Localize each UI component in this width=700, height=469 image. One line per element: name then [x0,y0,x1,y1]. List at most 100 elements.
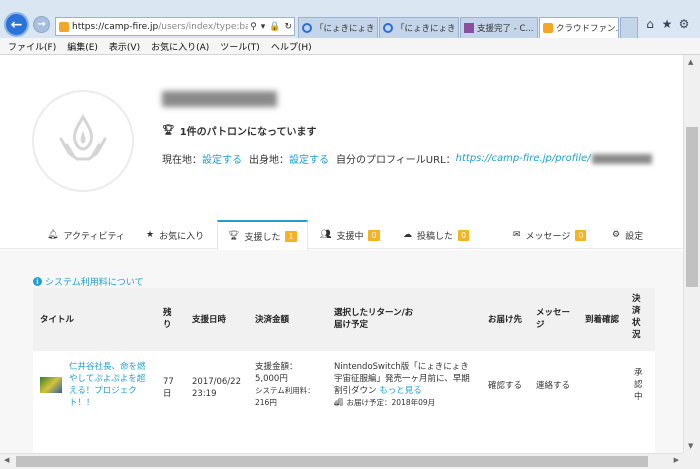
patron-text: 1件のパトロンになっています [179,127,317,138]
tab-label: メッセージ [525,231,571,242]
menu-file[interactable]: ファイル(F) [8,40,56,53]
horizontal-scrollbar[interactable]: ◀ ▶ [0,453,683,469]
address-bar[interactable]: https://camp-fire.jp/users/index/type:ba… [55,17,295,36]
count-badge: 1 [285,230,297,242]
back-button[interactable]: ← [4,12,29,37]
tab-label: 投稿した [417,231,454,242]
project-title-link[interactable]: 仁井谷社長、命を燃やしてぷよぷよを超える！プロジェクト！！ [69,361,151,409]
profile-url-link[interactable]: https://camp-fire.jp/profile/ [456,153,591,164]
browser-tab-3[interactable]: 支援完了 - C... [460,17,538,38]
browser-tab-2[interactable]: 「にょきにょき 宇... [379,17,459,38]
tab-label: 「にょきにょき 宇... [396,24,458,34]
tab-label: 設定 [625,231,644,242]
dropdown-icon[interactable]: ▾ [259,22,268,32]
envelope-icon: ✉ [513,230,521,240]
users-icon: 👥︎ [320,230,332,240]
bell-icon: 🔔︎ [47,230,59,240]
tab-label: 支援中 [336,231,364,242]
menu-help[interactable]: ヘルプ(H) [271,40,312,53]
tab-label: 支援完了 - C... [477,24,534,34]
scroll-right-icon[interactable]: ▶ [674,456,679,464]
campfire-logo-icon [59,114,107,161]
delivery-schedule: 🚚︎ お届け予定：2018年09月 [334,397,435,409]
lock-icon[interactable]: 🔒 [267,22,282,32]
tab-supporting[interactable]: 👥︎ 支援中 0 [320,221,380,249]
header-amount: 決済金額 [255,315,290,325]
menu-view[interactable]: 表示(V) [109,40,140,53]
tab-settings[interactable]: ⚙ 設定 [612,221,643,249]
scroll-down-icon[interactable]: ▼ [688,442,693,450]
page-viewport: 🏆︎ 1件のパトロンになっています 現在地： 設定する 出身地： 設定する 自分… [0,55,683,453]
horizontal-scroll-thumb[interactable] [16,456,648,467]
menu-favorites[interactable]: お気に入り(A) [151,40,209,53]
profile-url-redacted [591,153,652,164]
patron-count: 🏆︎ 1件のパトロンになっています [162,123,316,138]
header-delivery: お届け先 [488,315,523,325]
menu-tools[interactable]: ツール(T) [220,40,260,53]
tab-messages[interactable]: ✉ メッセージ 0 [513,221,587,249]
delivery-schedule-text: お届け予定：2018年09月 [346,398,436,407]
contact-button[interactable]: 連絡する [536,380,570,392]
header-remaining: 残り [163,308,172,330]
hometown-link[interactable]: 設定する [289,151,329,166]
count-badge: 0 [575,229,587,241]
hometown-label: 出身地： [249,155,289,166]
info-icon: i [33,277,42,286]
gear-icon[interactable]: ⚙ [677,17,691,31]
star-icon: ★ [146,230,155,240]
username-redacted [162,91,277,107]
refresh-icon[interactable]: ↻ [282,22,294,32]
avatar[interactable] [32,90,134,192]
scrollbar-corner [683,453,700,469]
search-icon[interactable]: ⚲ [248,22,259,32]
tab-label: お気に入り [159,231,205,242]
scroll-left-icon[interactable]: ◀ [4,456,9,464]
header-arrival: 到着確認 [585,315,620,325]
menu-edit[interactable]: 編集(E) [67,40,98,53]
trophy-icon: 🏆︎ [228,231,240,241]
tab-supported[interactable]: 🏆︎ 支援した 1 [217,220,308,250]
reward-description: NintendoSwitch版「にょきにょき 宇宙征服編」発売一ヶ月前に、早期割… [334,361,477,397]
vertical-scrollbar[interactable]: ▲ ▼ [683,55,700,453]
tab-favorites[interactable]: ★ お気に入り [146,221,204,249]
system-fee-link[interactable]: i システム利用料について [33,275,143,288]
tab-posted[interactable]: ☁ 投稿した 0 [403,221,470,249]
scroll-up-icon[interactable]: ▲ [688,58,693,66]
user-tabs: 🔔︎ アクティビティ ★ お気に入り 🏆︎ 支援した 1 👥︎ 支援中 0 ☁ 投稿した 0 ✉… [0,215,683,250]
menu-bar: ファイル(F) 編集(E) 表示(V) お気に入り(A) ツール(T) ヘルプ(… [0,38,700,55]
amount-value: 5,000円 [255,374,288,384]
browser-chrome: ← → https://camp-fire.jp/users/index/typ… [0,0,700,38]
profile-info-line: 現在地： 設定する 出身地： 設定する 自分のプロフィールURL： https:… [162,151,652,166]
confirm-delivery-button[interactable]: 確認する [488,380,522,392]
site-favicon [543,23,553,33]
current-location-link[interactable]: 設定する [202,151,242,166]
header-title: タイトル [40,315,75,325]
count-badge: 0 [368,229,380,241]
project-thumbnail[interactable] [40,377,62,393]
home-icon[interactable]: ⌂ [643,17,657,31]
support-date: 2017/06/22 23:19 [192,377,241,399]
site-favicon [464,23,474,33]
browser-tab-1[interactable]: 「にょきにょき 宇... [298,17,378,38]
header-payment: 決済状況 [632,294,641,340]
payment-status: 承認中 [634,368,643,402]
supported-projects-table: タイトル 残り 支援日時 決済金額 選択したリターン/お届け予定 お届け先 メッ… [33,288,655,453]
vertical-scroll-thumb[interactable] [686,127,698,287]
fee-value: 216円 [255,398,277,407]
address-url: https://camp-fire.jp/users/index/type:ba… [72,21,249,32]
remaining-days: 77日 [163,377,174,399]
show-more-link[interactable]: もっと見る [379,386,422,396]
site-favicon [59,21,69,32]
current-location-label: 現在地： [162,155,202,166]
fee-label: システム利用料： [255,386,315,395]
star-icon[interactable]: ★ [660,17,674,31]
gear-icon: ⚙ [612,230,621,240]
truck-icon: 🚚︎ [334,398,344,407]
browser-tab-4[interactable]: クラウドファン...✕ [539,17,619,38]
forward-button[interactable]: → [33,16,50,33]
table-header: タイトル 残り 支援日時 決済金額 選択したリターン/お届け予定 お届け先 メッ… [33,288,655,351]
tab-label: クラウドファン... [556,24,619,34]
tab-activity[interactable]: 🔔︎ アクティビティ [47,221,125,249]
header-reward: 選択したリターン/お届け予定 [334,308,414,330]
new-tab-button[interactable] [620,17,638,38]
